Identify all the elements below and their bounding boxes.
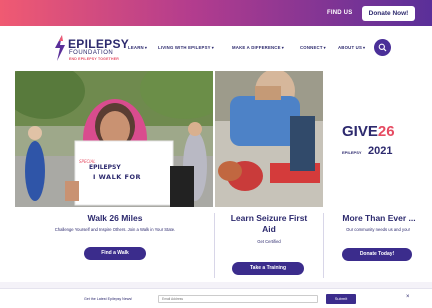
epilepsy-foundation-logo[interactable]: EPILEPSY FOUNDATION END EPILEPSY TOGETHE… <box>52 34 132 64</box>
sign-text-epilepsy: EPILEPSY <box>89 164 121 171</box>
more-than-ever-subtitle: Our community needs us and you! <box>346 227 410 232</box>
nav-item-living-with-epilepsy[interactable]: LIVING WITH EPILEPSY▾ <box>158 45 214 50</box>
nav-item-connect[interactable]: CONNECT▾ <box>300 45 326 50</box>
walk-subtitle: Challenge Yourself and Inspire Others. J… <box>54 227 176 232</box>
search-button[interactable] <box>374 39 391 56</box>
logo-mark-icon <box>55 35 65 61</box>
logo-text-epilepsy: EPILEPSY <box>68 37 130 51</box>
logo-text-foundation: FOUNDATION <box>69 50 114 56</box>
donate-now-button[interactable]: Donate Now! <box>362 6 415 21</box>
nav-item-make-a-difference[interactable]: MAKE A DIFFERENCE▾ <box>232 45 284 50</box>
newsletter-submit-button[interactable]: Submit <box>326 294 356 304</box>
give-text: GIVE <box>342 123 378 140</box>
give-number: 26 <box>377 123 395 140</box>
donate-today-button[interactable]: Donate Today! <box>342 248 412 261</box>
walk-photo: SPECIAL EPILEPSY I WALK FOR <box>15 71 213 207</box>
find-us-link[interactable]: FIND US <box>327 10 352 16</box>
column-divider <box>323 213 324 278</box>
newsletter-label: Get the Latest Epilepsy News! <box>84 297 133 301</box>
give-brand: EPILEPSY <box>342 150 362 155</box>
search-icon <box>378 43 387 52</box>
first-aid-photo <box>215 71 323 207</box>
first-aid-title: Learn Seizure First Aid <box>230 213 308 234</box>
first-aid-subtitle: Get Certified <box>257 239 281 244</box>
logo-tagline: END EPILEPSY TOGETHER <box>69 57 119 61</box>
more-than-ever-title: More Than Ever ... <box>342 213 416 223</box>
newsletter-bar: Get the Latest Epilepsy News! Submit × <box>0 288 432 308</box>
give26-panel: GIVE26 EPILEPSY 2021 <box>324 71 432 207</box>
find-a-walk-button[interactable]: Find a Walk <box>84 247 146 260</box>
column-divider <box>214 213 215 278</box>
newsletter-email-input[interactable] <box>158 295 318 303</box>
nav-item-learn[interactable]: LEARN▾ <box>128 45 147 50</box>
give-year: 2021 <box>368 145 393 157</box>
nav-item-about-us[interactable]: ABOUT US▾ <box>338 45 365 50</box>
close-icon[interactable]: × <box>406 294 410 300</box>
site-header: EPILEPSY FOUNDATION END EPILEPSY TOGETHE… <box>0 26 432 71</box>
top-utility-bar: FIND US Donate Now! <box>0 0 432 26</box>
walk-title: Walk 26 Miles <box>87 213 143 223</box>
take-a-training-button[interactable]: Take a Training <box>232 262 304 275</box>
sign-text-i-walk-for: I WALK FOR <box>93 173 142 181</box>
